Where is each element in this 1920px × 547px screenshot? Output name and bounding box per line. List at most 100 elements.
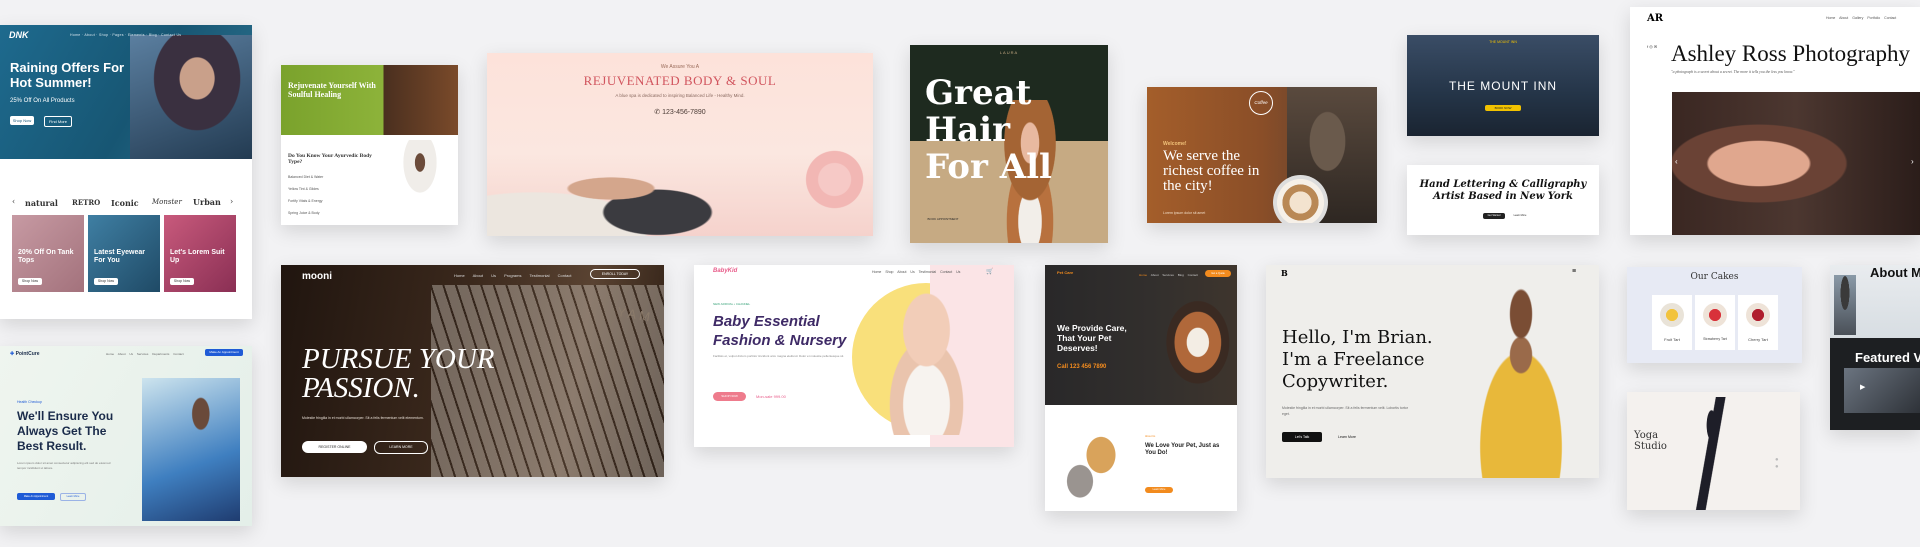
- cake-item[interactable]: Strawberry Tart: [1695, 295, 1735, 350]
- medical-nav-services[interactable]: Services: [137, 352, 149, 356]
- ashley-nav-contact[interactable]: Contact: [1884, 16, 1896, 20]
- pet-nav-home[interactable]: Home: [1139, 273, 1147, 277]
- medical-nav-about[interactable]: About Us: [118, 352, 133, 356]
- chevron-right-icon[interactable]: ›: [230, 197, 233, 206]
- coffee-logo-badge[interactable]: Coffee: [1249, 91, 1273, 115]
- dnk-promo-button[interactable]: Shop Now: [170, 278, 194, 285]
- baby-nav-shop[interactable]: Shop: [885, 270, 893, 274]
- mooni-nav-programs[interactable]: Programs: [504, 273, 521, 278]
- dnk-promo-card[interactable]: Latest Eyewear For You Shop Now: [88, 215, 160, 292]
- ayur-list-item: Balanced Diet & Water: [288, 175, 324, 179]
- pet-quote-button[interactable]: Get a Quote: [1205, 270, 1231, 277]
- brand-monster: Monster: [152, 198, 182, 206]
- dnk-promo-card[interactable]: Let's Lorem Suit Up Shop Now: [164, 215, 236, 292]
- cart-icon[interactable]: 🛒: [986, 268, 993, 275]
- medical-logo[interactable]: ✚ PointCure: [10, 351, 39, 357]
- baby-logo[interactable]: BabyKid: [713, 268, 737, 274]
- baby-nav-testimonial[interactable]: Testimonial: [919, 270, 937, 274]
- medical-nav-home[interactable]: Home: [106, 352, 114, 356]
- medical-appointment-button[interactable]: Make An Appointment: [17, 493, 55, 500]
- dnk-promo-card[interactable]: 20% Off On Tank Tops Shop Now: [12, 215, 84, 292]
- template-card-ayurveda[interactable]: Rejuvenate Yourself With Soulful Healing…: [281, 65, 458, 225]
- template-card-spa[interactable]: We Assure You A REJUVENATED BODY & SOUL …: [487, 53, 873, 236]
- letter-learn-button[interactable]: Learn More: [1509, 213, 1531, 219]
- template-card-coffee[interactable]: Coffee Welcome! We serve the richest cof…: [1147, 87, 1377, 223]
- pet-heading: We Provide Care, That Your Pet Deserves!: [1057, 323, 1127, 353]
- template-card-mount-inn[interactable]: THE MOUNT INN THE MOUNT INN BOOK NOW: [1407, 35, 1599, 136]
- letter-start-button[interactable]: Get Started: [1483, 213, 1505, 219]
- mooni-learn-button[interactable]: LEARN MORE: [374, 441, 428, 454]
- mooni-register-button[interactable]: REGISTER ONLINE: [302, 441, 367, 453]
- template-card-mooni[interactable]: mooni Home About Us Programs Testimonial…: [281, 265, 664, 477]
- brian-talk-button[interactable]: Let's Talk: [1282, 432, 1322, 442]
- spa-model-image: [487, 141, 797, 236]
- mooni-nav-about[interactable]: About Us: [473, 273, 496, 278]
- chevron-right-icon[interactable]: ›: [1911, 157, 1914, 166]
- mooni-heading: PURSUE YOUR PASSION.: [302, 343, 495, 404]
- pet-nav-contact[interactable]: Contact: [1188, 273, 1198, 277]
- cake-item[interactable]: Fruit Tart: [1652, 295, 1692, 350]
- baby-nav-about[interactable]: About Us: [897, 270, 914, 274]
- pet-nav-about[interactable]: About: [1151, 273, 1159, 277]
- template-card-cakes[interactable]: Our Cakes Fruit Tart Strawberry Tart Che…: [1627, 267, 1802, 363]
- ashley-nav-gallery[interactable]: Gallery: [1852, 16, 1863, 20]
- dnk-find-button[interactable]: Find More: [44, 116, 72, 127]
- chevron-left-icon[interactable]: ‹: [1675, 157, 1678, 166]
- template-card-brian[interactable]: B ≡ Hello, I'm Brian. I'm a Freelance Co…: [1266, 265, 1599, 478]
- template-card-hair[interactable]: LAURA Great Hair For All BOOK APPOINTMEN…: [910, 45, 1108, 243]
- ashley-portrait: [1672, 92, 1920, 235]
- baby-shop-button[interactable]: SHOP NOW: [713, 392, 746, 401]
- template-card-medical[interactable]: ✚ PointCure Home About Us Services Depar…: [0, 346, 252, 526]
- brian-body: Molestie fringilla in et morbi ullamcorp…: [1282, 406, 1409, 416]
- template-card-babykid[interactable]: BabyKid Home Shop About Us Testimonial C…: [694, 265, 1014, 447]
- medical-learn-button[interactable]: Learn More: [60, 493, 86, 501]
- medical-nav-departments[interactable]: Departments: [152, 352, 169, 356]
- medical-appointment-cta[interactable]: Make An Appointment: [205, 349, 243, 356]
- medical-nav-contact[interactable]: Contact: [173, 352, 183, 356]
- template-card-pet[interactable]: Pet Care Home About Services Blog Contac…: [1045, 265, 1237, 511]
- mooni-body: Molestie fringilla in et morbi ullamcorp…: [302, 416, 424, 420]
- chevron-left-icon[interactable]: ‹: [12, 197, 15, 206]
- baby-nav-contact[interactable]: Contact Us: [940, 270, 960, 274]
- template-card-yoga[interactable]: Yoga Studio ● ●: [1627, 392, 1800, 510]
- dnk-promo-title: Latest Eyewear For You: [94, 249, 145, 264]
- mooni-enroll-button[interactable]: ENROLL TODAY: [590, 269, 640, 279]
- brand-urban: Urban: [193, 197, 221, 207]
- template-card-about[interactable]: About M Featured Vi ▶: [1830, 265, 1920, 430]
- pet-learn-button[interactable]: Learn More: [1145, 487, 1173, 493]
- hair-book-button[interactable]: BOOK APPOINTMENT: [925, 216, 961, 222]
- dnk-shop-button[interactable]: Shop Now: [10, 116, 34, 125]
- dnk-promo-button[interactable]: Shop Now: [94, 278, 118, 285]
- pet-nav-services[interactable]: Services: [1162, 273, 1174, 277]
- mount-book-button[interactable]: BOOK NOW: [1485, 105, 1521, 111]
- template-card-dnk[interactable]: DNK Home · About · Shop · Pages · Elemen…: [0, 25, 252, 319]
- baby-nav-home[interactable]: Home: [872, 270, 881, 274]
- cake-item[interactable]: Cherry Tart: [1738, 295, 1778, 350]
- pet-logo[interactable]: Pet Care: [1057, 270, 1073, 275]
- brian-logo[interactable]: B: [1281, 268, 1288, 278]
- template-card-ashley[interactable]: AR Home About Gallery Portfolio Contact …: [1630, 7, 1920, 235]
- mooni-nav-contact[interactable]: Contact: [558, 273, 572, 278]
- dnk-promo-button[interactable]: Shop Now: [18, 278, 42, 285]
- brian-learn-button[interactable]: Learn More: [1330, 432, 1364, 442]
- ashley-nav-about[interactable]: About: [1839, 16, 1848, 20]
- ashley-nav-portfolio[interactable]: Portfolio: [1867, 16, 1880, 20]
- template-card-lettering[interactable]: Hand Lettering & Calligraphy Artist Base…: [1407, 165, 1599, 235]
- play-icon[interactable]: ▶: [1860, 383, 1865, 391]
- pet-nav-blog[interactable]: Blog: [1178, 273, 1184, 277]
- mooni-nav-testimonial[interactable]: Testimonial: [530, 273, 550, 278]
- ashley-nav-home[interactable]: Home: [1826, 16, 1835, 20]
- menu-icon[interactable]: ≡: [1572, 268, 1576, 275]
- mooni-nav: Home About Us Programs Testimonial Conta…: [454, 273, 571, 278]
- pet-puppy-kitten-image: [1065, 425, 1125, 500]
- hair-logo[interactable]: LAURA: [910, 50, 1108, 55]
- mooni-logo[interactable]: mooni: [302, 271, 332, 282]
- yoga-dots: ● ●: [1775, 457, 1779, 470]
- mount-logo[interactable]: THE MOUNT INN: [1407, 40, 1599, 44]
- about-video-thumb[interactable]: [1844, 368, 1920, 413]
- mooni-nav-home[interactable]: Home: [454, 273, 465, 278]
- dnk-promo-title: 20% Off On Tank Tops: [18, 249, 74, 264]
- dnk-logo[interactable]: DNK: [9, 30, 29, 40]
- ashley-logo[interactable]: AR: [1647, 13, 1663, 24]
- dnk-nav[interactable]: Home · About · Shop · Pages · Elements ·…: [70, 33, 181, 37]
